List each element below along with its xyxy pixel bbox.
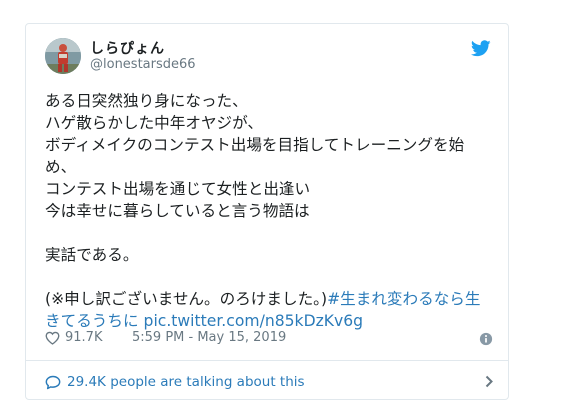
conversation-link[interactable]: 29.4K people are talking about this [45,372,493,392]
talking-count: 29.4K people are talking about this [67,374,305,390]
tweet-line-with-link: きてるうちに pic.twitter.com/n85kDzKv6g [45,310,497,332]
tweet-line: 実話である。 [45,246,139,264]
tweet-line-with-hashtag: (※申し訳ございません。のろけました。)#生まれ変わるなら生 [45,288,497,310]
tweet-line: め、 [45,158,77,176]
bubble-icon [45,375,61,389]
avatar-image [45,38,81,74]
tweet-line: ハゲ散らかした中年オヤジが、 [45,114,264,132]
tweet-header: しらぴょん @lonestarsde66 [45,36,491,76]
divider [26,360,508,361]
pic-link[interactable]: pic.twitter.com/n85kDzKv6g [144,312,364,330]
display-name[interactable]: しらぴょん [90,38,165,58]
tweet-line: ある日突然独り身になった、 [45,92,248,110]
chevron-right-icon[interactable] [485,375,493,388]
tweet-line: 今は幸せに暮らしていると言う物語は [45,202,310,220]
tweet-text: ある日突然独り身になった、 ハゲ散らかした中年オヤジが、 ボディメイクのコンテス… [45,90,497,332]
tweet-line-text: (※申し訳ございません。のろけました。) [45,290,328,308]
tweet-timestamp[interactable]: 5:59 PM - May 15, 2019 [132,330,286,345]
info-icon[interactable] [479,332,493,346]
tweet-line: コンテスト出場を通じて女性と出逢い [45,180,311,198]
hashtag-link-end[interactable]: きてるうちに [45,312,139,330]
tweet-meta: 91.7K 5:59 PM - May 15, 2019 [45,330,493,348]
likes-button[interactable]: 91.7K [45,330,102,345]
tweet-card[interactable]: しらぴょん @lonestarsde66 ある日突然独り身になった、 ハゲ散らか… [25,23,509,400]
user-handle[interactable]: @lonestarsde66 [90,57,196,72]
heart-icon [45,331,60,345]
tweet-line: ボディメイクのコンテスト出場を目指してトレーニングを始 [45,136,465,154]
avatar[interactable] [45,38,81,74]
hashtag-link-start[interactable]: #生まれ変わるなら生 [327,290,480,308]
likes-count: 91.7K [65,330,103,345]
twitter-bird-icon[interactable] [471,40,491,57]
